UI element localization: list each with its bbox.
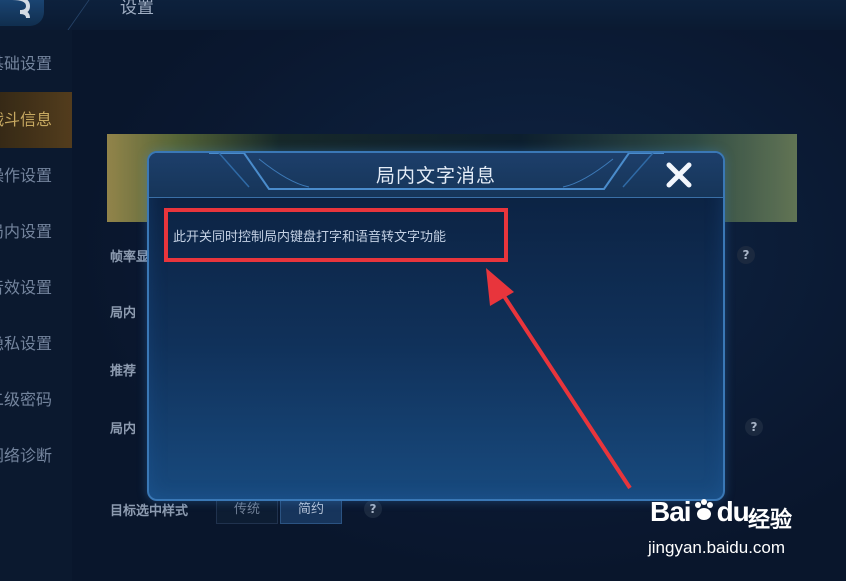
paw-icon <box>694 499 713 520</box>
baidu-watermark: Bai du 经验 jingyan.baidu.com <box>648 488 808 568</box>
watermark-sub: 经验 <box>748 508 793 533</box>
watermark-url: jingyan.baidu.com <box>648 538 786 557</box>
watermark-brand: Bai du <box>650 496 750 527</box>
